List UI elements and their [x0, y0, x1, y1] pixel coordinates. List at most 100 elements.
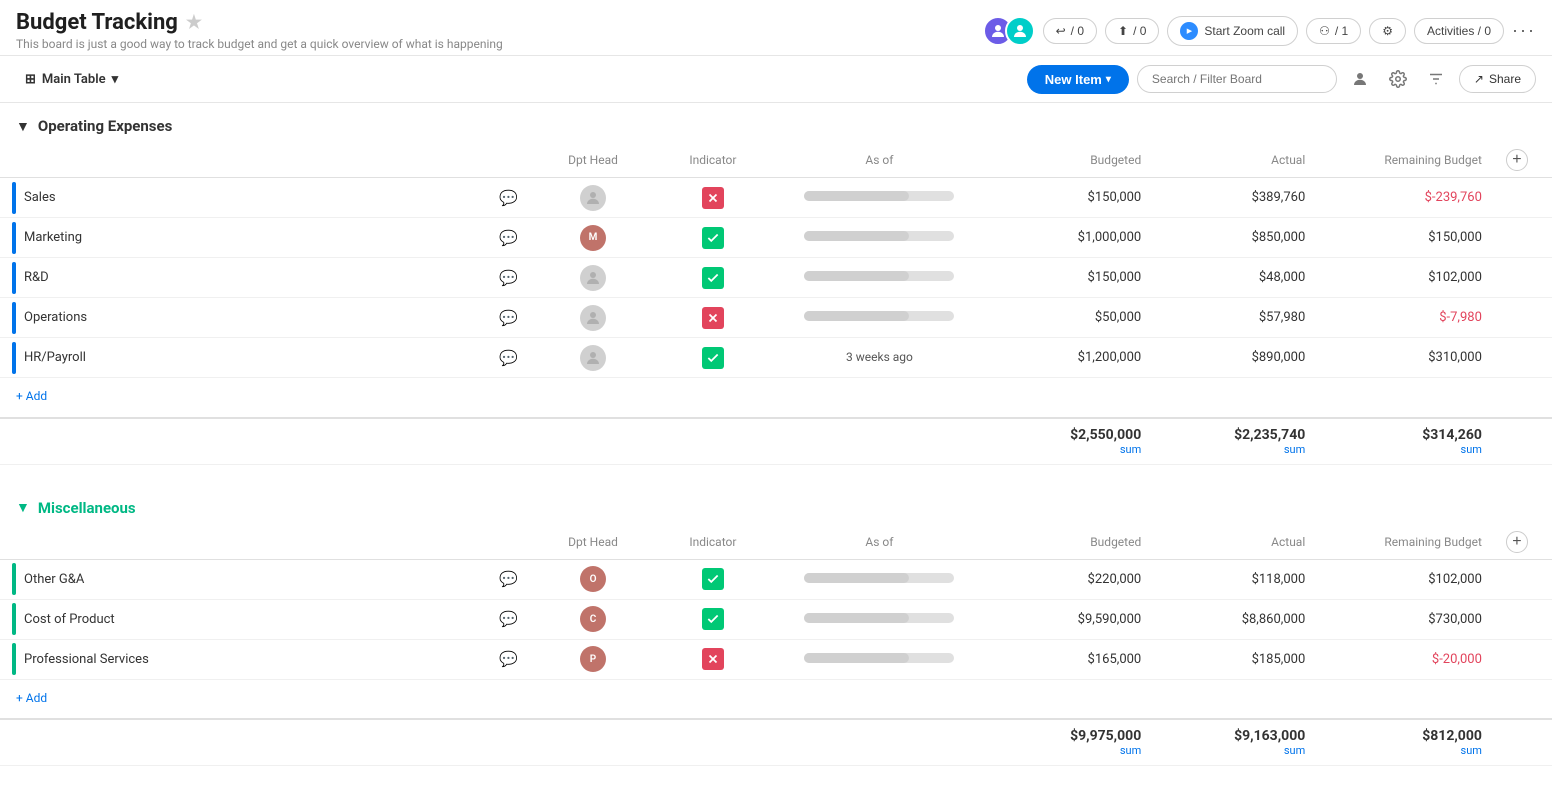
row-name-text[interactable]: Operations	[24, 310, 491, 325]
row-remaining-cell-0[interactable]: $-239,760	[1317, 178, 1494, 218]
row-budgeted-cell-1[interactable]: $1,000,000	[989, 218, 1153, 258]
table-row[interactable]: Operations 💬 $50,000$57,980$-7,980	[0, 298, 1552, 338]
share-button[interactable]: ↗ Share	[1459, 65, 1536, 93]
row-indicator-cell-2[interactable]	[656, 258, 770, 298]
row-remaining-cell-2[interactable]: $102,000	[1317, 258, 1494, 298]
table-selector[interactable]: ⊞ Main Table ▾	[16, 67, 127, 92]
table-row[interactable]: Other G&A 💬 O $220,000$118,000 $102,000	[0, 559, 1552, 599]
row-actual-cell-1[interactable]: $8,860,000	[1153, 599, 1317, 639]
row-remaining-cell-4[interactable]: $310,000	[1317, 338, 1494, 378]
row-actual-cell-0[interactable]: $389,760	[1153, 178, 1317, 218]
comment-icon[interactable]: 💬	[499, 610, 518, 628]
activities-button[interactable]: Activities / 0	[1414, 18, 1504, 44]
row-name-text[interactable]: Cost of Product	[24, 612, 491, 627]
add-column-button-misc[interactable]: +	[1506, 531, 1528, 553]
table-row[interactable]: Marketing 💬 M $1,000,000$850,000$150,000	[0, 218, 1552, 258]
row-budgeted-cell-2[interactable]: $165,000	[989, 639, 1153, 679]
row-remaining-cell-0[interactable]: $102,000	[1317, 559, 1494, 599]
table-row[interactable]: Cost of Product 💬 C $9,590,000$8,860,000$…	[0, 599, 1552, 639]
person-filter-button[interactable]	[1345, 64, 1375, 94]
row-add-cell-3	[1494, 298, 1552, 338]
add-row-cell[interactable]: + Add	[0, 679, 1552, 719]
comment-icon[interactable]: 💬	[499, 650, 518, 668]
comment-icon[interactable]: 💬	[499, 570, 518, 588]
row-asof-cell-0	[770, 178, 990, 218]
row-budgeted-cell-3[interactable]: $50,000	[989, 298, 1153, 338]
remaining-value: $102,000	[1428, 572, 1482, 587]
star-icon[interactable]: ★	[186, 12, 202, 33]
undo-button[interactable]: ↩ / 0	[1043, 18, 1097, 44]
row-name-text[interactable]: HR/Payroll	[24, 350, 491, 365]
row-name-text[interactable]: Sales	[24, 190, 491, 205]
row-dpthead-cell-3[interactable]	[530, 298, 656, 338]
row-dpthead-cell-0[interactable]	[530, 178, 656, 218]
more-options-button[interactable]: ···	[1512, 20, 1536, 41]
table-row[interactable]: Sales 💬 $150,000$389,760$-239,760	[0, 178, 1552, 218]
comment-icon[interactable]: 💬	[499, 269, 518, 287]
add-row[interactable]: + Add	[0, 679, 1552, 719]
row-add-cell-1	[1494, 218, 1552, 258]
row-indicator-cell-0[interactable]	[656, 178, 770, 218]
row-indicator-cell-4[interactable]	[656, 338, 770, 378]
row-remaining-cell-1[interactable]: $150,000	[1317, 218, 1494, 258]
row-remaining-cell-2[interactable]: $-20,000	[1317, 639, 1494, 679]
row-indicator-cell-3[interactable]	[656, 298, 770, 338]
row-dpthead-cell-1[interactable]: M	[530, 218, 656, 258]
row-budgeted-cell-0[interactable]: $220,000	[989, 559, 1153, 599]
sum-row: $2,550,000sum $2,235,740sum $314,260sum	[0, 418, 1552, 465]
row-dpthead-cell-4[interactable]	[530, 338, 656, 378]
row-actual-cell-4[interactable]: $890,000	[1153, 338, 1317, 378]
members-label: / 1	[1335, 24, 1348, 38]
row-dpthead-cell-0[interactable]: O	[530, 559, 656, 599]
search-input[interactable]	[1137, 65, 1337, 93]
row-name-cell-2: R&D 💬	[0, 258, 530, 298]
row-name-text[interactable]: R&D	[24, 270, 491, 285]
row-dpthead-cell-2[interactable]	[530, 258, 656, 298]
row-budgeted-cell-0[interactable]: $150,000	[989, 178, 1153, 218]
section-toggle-misc[interactable]: ▼	[16, 499, 30, 516]
row-indicator-cell-1[interactable]	[656, 218, 770, 258]
row-actual-cell-0[interactable]: $118,000	[1153, 559, 1317, 599]
section-toggle-operating[interactable]: ▼	[16, 118, 30, 135]
row-budgeted-cell-1[interactable]: $9,590,000	[989, 599, 1153, 639]
comment-icon[interactable]: 💬	[499, 349, 518, 367]
table-row[interactable]: HR/Payroll 💬 3 weeks ago$1,200,000$890,0…	[0, 338, 1552, 378]
row-indicator-cell-2[interactable]	[656, 639, 770, 679]
row-actual-cell-2[interactable]: $185,000	[1153, 639, 1317, 679]
board-title-area: Budget Tracking ★	[16, 10, 503, 35]
row-remaining-cell-3[interactable]: $-7,980	[1317, 298, 1494, 338]
share-icon: ↗	[1474, 72, 1484, 86]
automations-button[interactable]: ⚙	[1369, 18, 1406, 44]
add-row-cell[interactable]: + Add	[0, 378, 1552, 418]
comment-icon[interactable]: 💬	[499, 189, 518, 207]
save-button[interactable]: ⬆ / 0	[1105, 18, 1159, 44]
add-column-button-op[interactable]: +	[1506, 149, 1528, 171]
add-row[interactable]: + Add	[0, 378, 1552, 418]
table-row[interactable]: Professional Services 💬 P $165,000$185,00…	[0, 639, 1552, 679]
row-actual-cell-1[interactable]: $850,000	[1153, 218, 1317, 258]
row-dpthead-cell-2[interactable]: P	[530, 639, 656, 679]
row-bar	[12, 342, 16, 374]
row-indicator-cell-0[interactable]	[656, 559, 770, 599]
row-name-text[interactable]: Other G&A	[24, 572, 491, 587]
filter-button[interactable]	[1421, 64, 1451, 94]
comment-icon[interactable]: 💬	[499, 229, 518, 247]
row-budgeted-cell-2[interactable]: $150,000	[989, 258, 1153, 298]
row-actual-cell-3[interactable]: $57,980	[1153, 298, 1317, 338]
comment-icon[interactable]: 💬	[499, 309, 518, 327]
new-item-button[interactable]: New Item ▾	[1027, 65, 1129, 94]
row-budgeted-cell-4[interactable]: $1,200,000	[989, 338, 1153, 378]
table-row[interactable]: R&D 💬 $150,000$48,000$102,000	[0, 258, 1552, 298]
row-remaining-cell-1[interactable]: $730,000	[1317, 599, 1494, 639]
activities-label: Activities / 0	[1427, 24, 1491, 38]
row-name-text[interactable]: Professional Services	[24, 652, 491, 667]
row-indicator-cell-1[interactable]	[656, 599, 770, 639]
row-name-text[interactable]: Marketing	[24, 230, 491, 245]
settings-button[interactable]	[1383, 64, 1413, 94]
zoom-call-button[interactable]: Start Zoom call	[1167, 16, 1298, 46]
row-actual-cell-2[interactable]: $48,000	[1153, 258, 1317, 298]
row-dpthead-cell-1[interactable]: C	[530, 599, 656, 639]
row-add-cell-4	[1494, 338, 1552, 378]
members-button[interactable]: ⚇ / 1	[1306, 18, 1361, 44]
row-name-cell-1: Cost of Product 💬	[0, 599, 530, 639]
